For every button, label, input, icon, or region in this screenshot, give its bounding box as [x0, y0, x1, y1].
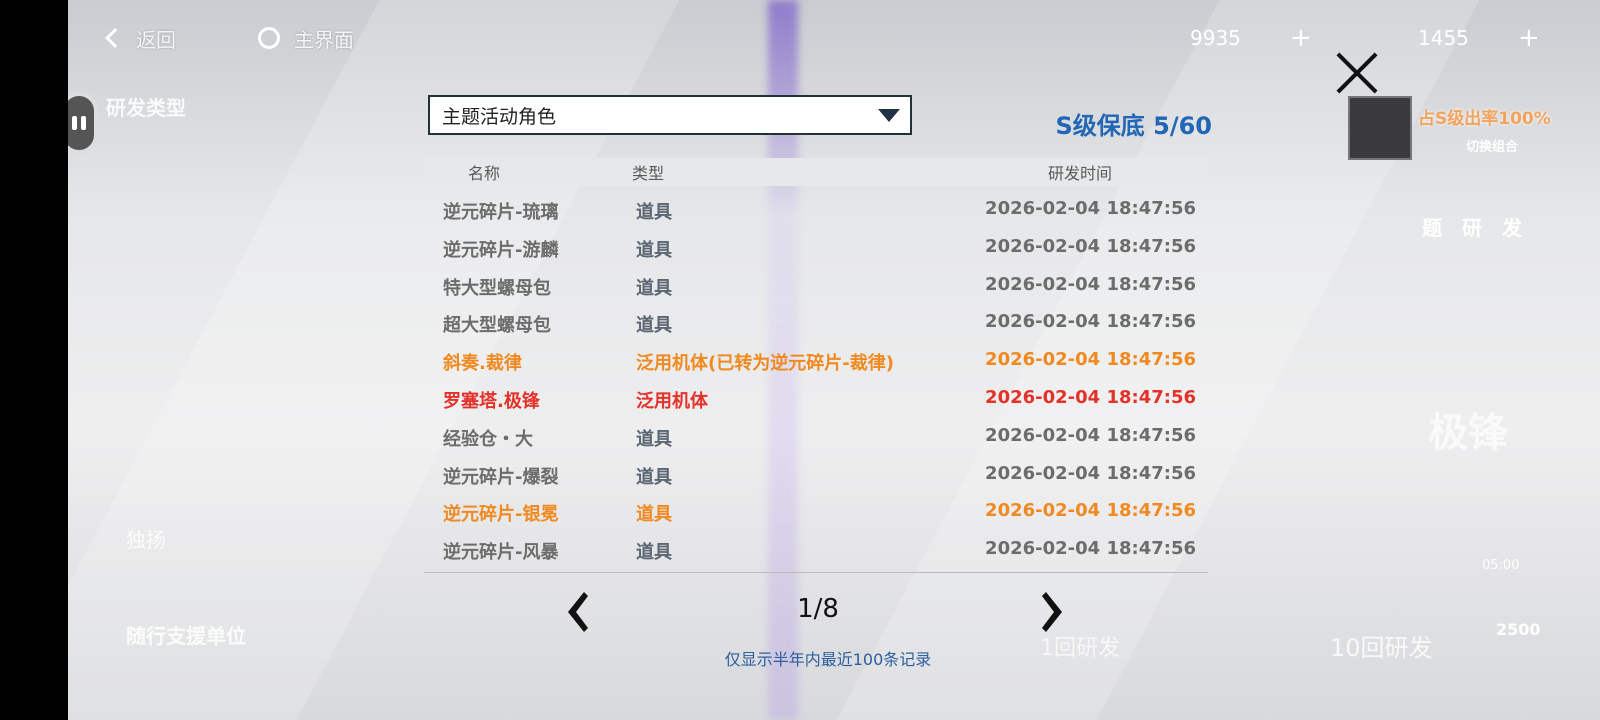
home-label: 主界面: [294, 27, 354, 52]
assistant-avatar-button[interactable]: [68, 92, 98, 154]
chevron-right-icon: [1042, 592, 1062, 632]
chevron-left-icon: [105, 28, 125, 48]
row-name: 逆元碎片-琉璃: [443, 202, 559, 223]
row-time: 2026-02-04 18:47:56: [985, 198, 1196, 219]
next-page-button[interactable]: [1042, 592, 1066, 632]
row-name: 超大型螺母包: [443, 315, 551, 337]
table-row: 经验仓・大 道具 2026-02-04 18:47:56: [428, 417, 1212, 455]
pool-select-value: 主题活动角色: [442, 105, 557, 128]
row-name: 经验仓・大: [443, 428, 533, 450]
row-type: 泛用机体: [636, 390, 708, 412]
header-time: 研发时间: [1048, 164, 1113, 183]
solo-label: 独扬: [126, 528, 166, 552]
row-name: 逆元碎片-游麟: [443, 239, 559, 261]
row-type: 道具: [636, 315, 672, 337]
page-indicator: 1/8: [797, 594, 839, 624]
dropdown-arrow-icon: [878, 109, 900, 122]
dev-type-label: 研发类型: [106, 96, 186, 120]
divider: [424, 572, 1208, 573]
character-badge: [1348, 96, 1412, 160]
row-name: 逆元碎片-风暴: [443, 542, 559, 564]
table-row: 逆元碎片-银冕 道具 2026-02-04 18:47:56: [428, 492, 1212, 530]
table-row: 逆元碎片-爆裂 道具 2026-02-04 18:47:56: [428, 455, 1212, 493]
row-time: 2026-02-04 18:47:56: [985, 500, 1196, 522]
row-type: 泛用机体(已转为逆元碎片-裁律): [636, 353, 894, 375]
s-rate-label: 占S级出率100%: [1418, 109, 1551, 129]
row-time: 2026-02-04 18:47:56: [985, 349, 1196, 371]
row-type: 道具: [636, 542, 672, 564]
row-time: 2026-02-04 18:47:56: [985, 386, 1196, 408]
row-type: 道具: [636, 466, 672, 488]
table-row: 特大型螺母包 道具 2026-02-04 18:47:56: [428, 266, 1212, 304]
row-time: 2026-02-04 18:47:56: [985, 235, 1196, 257]
pool-select-dropdown[interactable]: 主题活动角色: [428, 95, 912, 135]
currency-2-add-button[interactable]: +: [1518, 18, 1540, 58]
row-time: 2026-02-04 18:47:56: [985, 311, 1196, 333]
row-type: 道具: [636, 202, 672, 223]
header-type: 类型: [632, 164, 665, 183]
character-name-large: 极锋: [1428, 410, 1508, 456]
row-name: 特大型螺母包: [443, 277, 551, 299]
table-row: 罗塞塔.极锋 泛用机体 2026-02-04 18:47:56: [428, 379, 1212, 417]
table-header: 名称 类型 研发时间: [424, 158, 1208, 186]
currency-1-amount: 9935: [1190, 26, 1241, 50]
back-label: 返回: [136, 27, 176, 52]
row-name: 逆元碎片-爆裂: [443, 466, 559, 488]
table-row: 斜奏.裁律 泛用机体(已转为逆元碎片-裁律) 2026-02-04 18:47:56: [428, 341, 1212, 379]
row-name: 逆元碎片-银冕: [443, 504, 559, 526]
home-button[interactable]: 主界面: [258, 18, 354, 58]
history-table-body: 逆元碎片-琉璃 道具 2026-02-04 18:47:56 逆元碎片-游麟 道具 202…: [428, 190, 1212, 568]
table-row: 逆元碎片-风暴 道具 2026-02-04 18:47:56: [428, 530, 1212, 568]
escort-unit-label: 随行支援单位: [126, 624, 246, 648]
row-time: 2026-02-04 18:47:56: [985, 424, 1196, 446]
row-type: 道具: [636, 277, 672, 299]
row-time: 2026-02-04 18:47:56: [985, 538, 1196, 560]
game-screen: 返回 主界面 9935 + 1455 + 研发类型 独扬 随行支援单位 占S级出…: [68, 0, 1600, 720]
chevron-left-icon: [568, 592, 588, 632]
switch-combo-button[interactable]: 切换组合: [1466, 136, 1518, 155]
ten-draw-price: 2500: [1496, 620, 1541, 639]
row-name: 斜奏.裁律: [443, 353, 522, 375]
currency-2-amount: 1455: [1418, 26, 1469, 50]
table-row: 逆元碎片-琉璃 道具 2026-02-04 18:47:56: [428, 190, 1212, 228]
table-row: 逆元碎片-游麟 道具 2026-02-04 18:47:56: [428, 228, 1212, 266]
back-button[interactable]: 返回: [105, 18, 176, 58]
home-ring-icon: [258, 27, 280, 49]
ten-draw-button[interactable]: 10回研发: [1330, 628, 1433, 663]
dev-title: 题研发: [1422, 216, 1542, 240]
table-row: 超大型螺母包 道具 2026-02-04 18:47:56: [428, 303, 1212, 341]
currency-1-add-button[interactable]: +: [1290, 18, 1312, 58]
row-type: 道具: [636, 504, 672, 526]
row-type: 道具: [636, 428, 672, 450]
row-time: 2026-02-04 18:47:56: [985, 273, 1196, 295]
header-name: 名称: [468, 164, 501, 183]
row-type: 道具: [636, 239, 672, 261]
row-time: 2026-02-04 18:47:56: [985, 462, 1196, 484]
records-note: 仅显示半年内最近100条记录: [724, 650, 932, 669]
pity-counter: S级保底 5/60: [1055, 112, 1212, 140]
black-letterbox-left: [0, 0, 68, 720]
row-name: 罗塞塔.极锋: [443, 390, 540, 412]
close-icon[interactable]: [1334, 50, 1380, 96]
prev-page-button[interactable]: [564, 592, 588, 632]
timer-label: 05:00: [1482, 558, 1520, 573]
history-modal: 主题活动角色 S级保底 5/60 名称 类型 研发时间 逆元碎片-琉璃 道具 202…: [424, 92, 1212, 672]
